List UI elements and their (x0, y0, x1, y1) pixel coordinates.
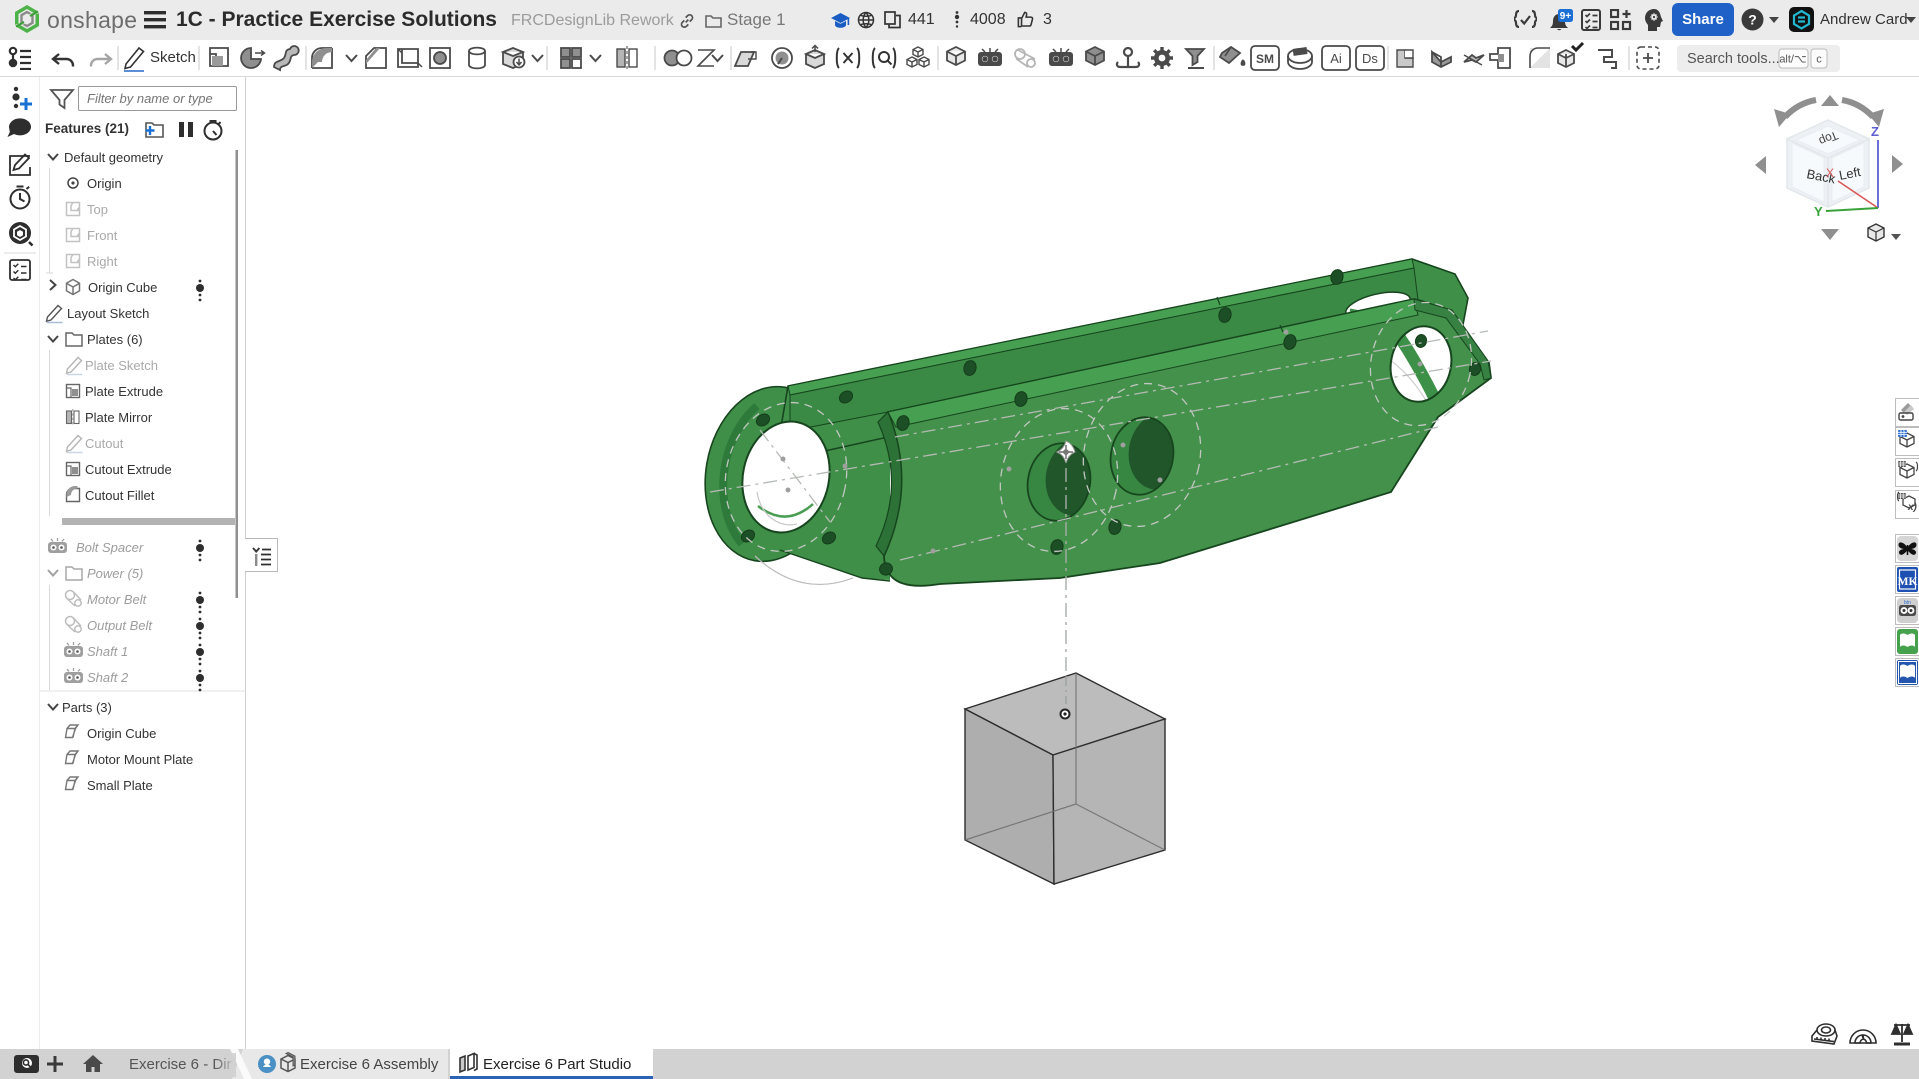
svg-text:c: c (1816, 54, 1822, 66)
svg-text:Ai: Ai (1330, 51, 1342, 66)
svg-text:x): x) (1907, 502, 1918, 513)
svg-text:Exercise 6 Part Studio: Exercise 6 Part Studio (483, 1056, 631, 1073)
svg-text:Ds: Ds (1362, 51, 1378, 66)
svg-text:?: ? (1748, 12, 1757, 28)
svg-text:Exercise 6 Assembly: Exercise 6 Assembly (300, 1056, 439, 1073)
svg-text:btn: btn (1904, 600, 1911, 606)
svg-text:SM: SM (1256, 52, 1274, 66)
svg-text:alt/⌥: alt/⌥ (1779, 54, 1806, 66)
svg-text:X: X (1826, 166, 1834, 180)
svg-text:9+: 9+ (1560, 11, 1572, 22)
svg-text:Y: Y (1814, 204, 1823, 219)
svg-text:Search tools...: Search tools... (1687, 51, 1780, 67)
svg-text:Z: Z (1871, 124, 1879, 139)
svg-text:MK: MK (1898, 576, 1918, 588)
